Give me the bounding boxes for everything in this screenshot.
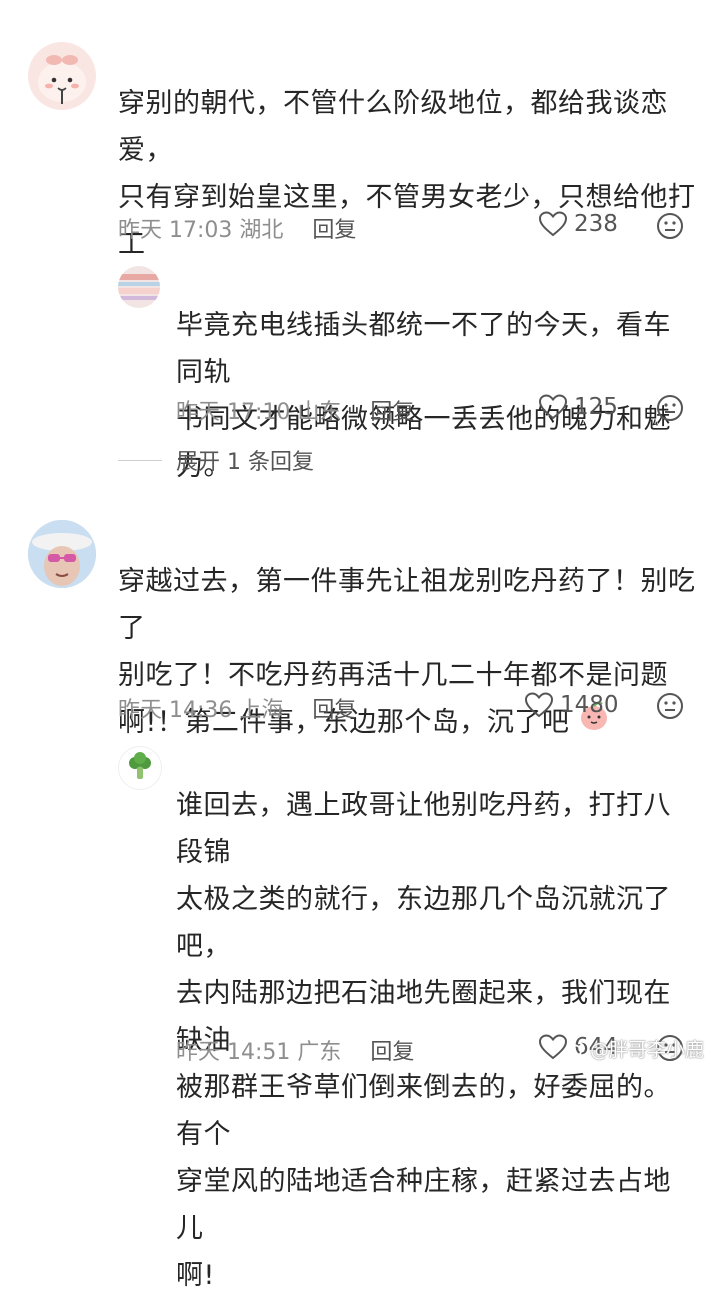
watermark-text: @胖哥李小鹿 bbox=[589, 1039, 704, 1061]
avatar[interactable] bbox=[28, 520, 96, 588]
unhappy-face-icon bbox=[657, 693, 683, 719]
broccoli-icon bbox=[129, 752, 151, 779]
reply-button[interactable]: 回复 bbox=[312, 218, 356, 243]
like-button[interactable]: 125 bbox=[538, 393, 618, 421]
like-count: 238 bbox=[574, 211, 618, 237]
avatar[interactable] bbox=[118, 746, 162, 790]
unhappy-face-icon bbox=[657, 213, 683, 239]
weibo-logo-icon bbox=[564, 1041, 585, 1058]
comment-time: 昨天 14:51 bbox=[176, 1040, 291, 1065]
comment-meta: 昨天 14:36 上海 回复 bbox=[118, 692, 356, 724]
comment-time: 昨天 17:10 bbox=[176, 400, 291, 425]
comment-meta: 昨天 17:03 湖北 回复 bbox=[118, 212, 356, 244]
like-button[interactable]: 238 bbox=[538, 210, 618, 238]
comment-time: 昨天 14:36 bbox=[118, 698, 233, 723]
comment-time: 昨天 17:03 bbox=[118, 218, 233, 243]
comment-location: 广东 bbox=[297, 1040, 342, 1065]
avatar-photo-icon bbox=[28, 520, 96, 588]
like-count: 125 bbox=[574, 394, 618, 420]
heart-icon bbox=[524, 692, 554, 718]
dislike-button[interactable] bbox=[656, 692, 684, 724]
reply-button[interactable]: 回复 bbox=[370, 1040, 414, 1065]
divider-line bbox=[118, 459, 162, 461]
heart-icon bbox=[538, 211, 568, 237]
dislike-button[interactable] bbox=[656, 212, 684, 244]
reply-button[interactable]: 回复 bbox=[370, 400, 414, 425]
watermark: @胖哥李小鹿 bbox=[564, 1035, 704, 1062]
like-count: 1480 bbox=[560, 692, 619, 718]
comment-location: 湖北 bbox=[239, 218, 284, 243]
comment-location: 上海 bbox=[239, 698, 284, 723]
reply-meta: 昨天 14:51 广东 回复 bbox=[176, 1034, 414, 1066]
comment-location: 山东 bbox=[297, 400, 342, 425]
avatar[interactable] bbox=[28, 42, 96, 110]
avatar-cartoon-icon bbox=[38, 55, 86, 104]
reply-meta: 昨天 17:10 山东 回复 bbox=[176, 394, 414, 426]
avatar[interactable] bbox=[118, 266, 160, 308]
avatar-pattern-icon bbox=[118, 274, 160, 300]
unhappy-face-icon bbox=[657, 395, 683, 421]
expand-replies-label: 展开 1 条回复 bbox=[176, 450, 314, 475]
reply-button[interactable]: 回复 bbox=[312, 698, 356, 723]
expand-replies-button[interactable]: 展开 1 条回复 bbox=[118, 444, 314, 476]
comment-text: 穿别的朝代，不管什么阶级地位，都给我谈恋爱， 只有穿到始皇这里，不管男女老少，只… bbox=[118, 80, 698, 317]
heart-icon bbox=[538, 394, 568, 420]
like-button[interactable]: 1480 bbox=[524, 691, 619, 719]
dislike-button[interactable] bbox=[656, 394, 684, 426]
